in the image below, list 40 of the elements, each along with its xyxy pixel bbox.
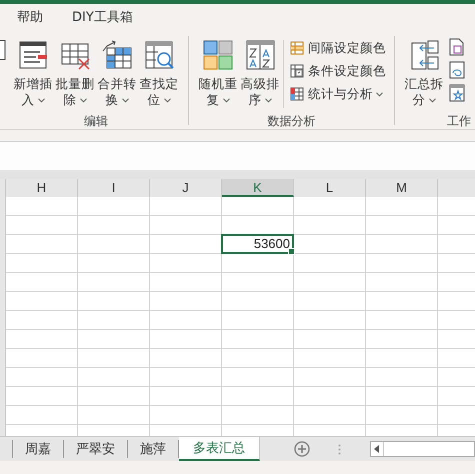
ribbon-button[interactable]: 统计与分析 [290, 86, 386, 102]
ribbon-button[interactable]: 新增插 入 [12, 36, 54, 114]
sheet-tab[interactable]: 多表汇总 [179, 437, 260, 461]
cell-grid[interactable]: 53600 [6, 197, 475, 436]
insert-rows-icon [17, 39, 49, 71]
ribbon-button[interactable]: 批量删 除 [54, 36, 96, 114]
horizontal-scrollbar[interactable] [370, 441, 475, 457]
ribbon-button[interactable]: 合并转 换 [96, 36, 138, 114]
ribbon-button[interactable]: 随机重 复 [197, 36, 239, 114]
color-squares-icon [202, 39, 234, 71]
column-header[interactable]: M [366, 179, 438, 197]
table-cell[interactable]: 53600 [221, 234, 294, 254]
column-header[interactable]: K [222, 179, 294, 197]
group-label: 编辑 [84, 114, 108, 128]
resize-handle-icon[interactable] [338, 444, 341, 454]
sheet-tab[interactable]: 周嘉 [13, 440, 64, 458]
column-header[interactable]: I [78, 179, 150, 197]
column-header[interactable]: L [294, 179, 366, 197]
group-label: 工作 [447, 114, 471, 128]
ribbon-button[interactable]: 间隔设定颜色 [290, 40, 386, 56]
conditional-table-icon [290, 64, 304, 78]
ribbon-button[interactable]: 汇总拆 分 [403, 36, 445, 114]
group-label: 数据分析 [268, 114, 316, 128]
find-table-icon [143, 39, 175, 71]
ribbon-button[interactable]: 查找定 位 [138, 36, 180, 114]
ribbon-button[interactable]: 高级排 序 [239, 36, 281, 114]
add-sheet-icon[interactable] [294, 441, 310, 457]
menu-tab[interactable]: 帮助 [4, 8, 56, 26]
sheet-swirl-icon[interactable] [449, 61, 465, 79]
striped-table-icon [290, 41, 304, 55]
document-icon[interactable] [449, 38, 465, 56]
stats-table-icon [290, 87, 304, 101]
sort-az-icon [244, 39, 276, 71]
fill-handle[interactable] [288, 248, 295, 255]
ribbon-button[interactable]: 条件设定颜色 [290, 63, 386, 79]
column-header[interactable]: H [6, 179, 78, 197]
merge-table-icon [101, 39, 133, 71]
column-header[interactable]: J [150, 179, 222, 197]
menu-tab[interactable]: DIY工具箱 [59, 8, 146, 26]
sheet-tab[interactable]: 严翠安 [64, 440, 128, 458]
